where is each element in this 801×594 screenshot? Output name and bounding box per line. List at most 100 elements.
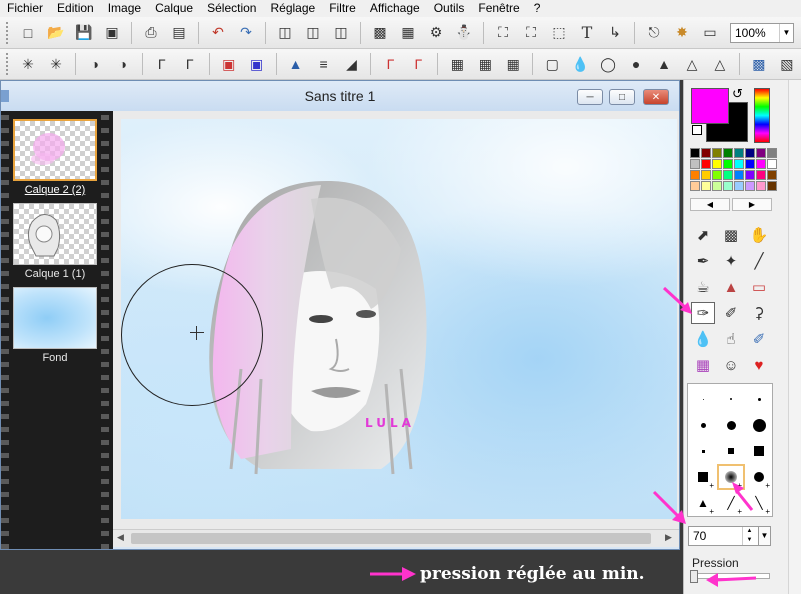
palette-swatch[interactable]: [690, 148, 700, 158]
smudge-tool-icon[interactable]: ☝: [719, 328, 743, 350]
saturation-minus-icon[interactable]: ▣: [217, 52, 241, 76]
brush-shape[interactable]: [717, 412, 745, 438]
palette-swatch[interactable]: [712, 159, 722, 169]
menu-item[interactable]: Sélection: [200, 0, 263, 17]
contrast-minus-icon[interactable]: ◑: [83, 52, 107, 76]
palette-swatch[interactable]: [756, 170, 766, 180]
menu-item[interactable]: Filtre: [322, 0, 363, 17]
effects-icon[interactable]: ✸: [670, 21, 694, 45]
brush-shape[interactable]: [745, 386, 773, 412]
layer-thumbnail[interactable]: [13, 287, 97, 349]
menu-item[interactable]: ?: [527, 0, 548, 17]
redo-icon[interactable]: ↷: [234, 21, 258, 45]
brush-shape[interactable]: [745, 438, 773, 464]
print-icon[interactable]: ⎙: [139, 21, 163, 45]
person-out-icon[interactable]: ⛶: [519, 21, 543, 45]
brightness-plus-icon[interactable]: ✳: [44, 52, 68, 76]
mountain-outline-icon[interactable]: △: [680, 52, 704, 76]
clone-tool-icon[interactable]: ▩: [719, 224, 743, 246]
strawberry-tool-icon[interactable]: ♥: [747, 354, 771, 376]
drop-dark-icon[interactable]: ●: [624, 52, 648, 76]
image-copy-icon[interactable]: ◫: [301, 21, 325, 45]
brush-shape[interactable]: [689, 386, 717, 412]
palette-swatch[interactable]: [767, 159, 777, 169]
palette-swatch[interactable]: [723, 181, 733, 191]
palette-swatch[interactable]: [767, 148, 777, 158]
drop-icon[interactable]: 💧: [568, 52, 592, 76]
path-icon[interactable]: ↳: [603, 21, 627, 45]
stamp-tool-icon[interactable]: ⚳: [747, 302, 771, 324]
zoom-select[interactable]: 100% ▼: [730, 22, 794, 43]
palette-swatch[interactable]: [734, 159, 744, 169]
palette-swatch[interactable]: [723, 170, 733, 180]
gamma-plus-icon[interactable]: Γ: [178, 52, 202, 76]
horizontal-scrollbar[interactable]: ◀ ▶: [113, 529, 679, 547]
palette-swatch[interactable]: [701, 148, 711, 158]
layer-item-calque-2[interactable]: Calque 2 (2): [13, 119, 97, 196]
chevron-down-icon[interactable]: ▼: [779, 23, 793, 42]
palette-swatch[interactable]: [756, 148, 766, 158]
brightness-minus-icon[interactable]: ✳: [16, 52, 40, 76]
menu-item[interactable]: Calque: [148, 0, 200, 17]
color-palette[interactable]: [690, 148, 777, 196]
layer-item-calque-1[interactable]: Calque 1 (1): [13, 203, 97, 280]
hand-tool-icon[interactable]: ✋: [747, 224, 771, 246]
menu-item[interactable]: Edition: [50, 0, 101, 17]
brush-shape[interactable]: ▲ +: [689, 490, 717, 516]
palette-swatch[interactable]: [690, 170, 700, 180]
curves-icon[interactable]: ≡: [312, 52, 336, 76]
palette-swatch[interactable]: [690, 181, 700, 191]
palette-swatch[interactable]: [756, 159, 766, 169]
frame-icon[interactable]: ▢: [540, 52, 564, 76]
new-file-icon[interactable]: □: [16, 21, 40, 45]
palette-icon[interactable]: ▩: [747, 52, 771, 76]
menu-item[interactable]: Outils: [427, 0, 472, 17]
minimize-button[interactable]: ─: [577, 89, 603, 105]
brush-shape[interactable]: [689, 438, 717, 464]
eraser-tool-icon[interactable]: ▭: [747, 276, 771, 298]
palette-swatch[interactable]: [701, 170, 711, 180]
selection-icon[interactable]: ⬚: [547, 21, 571, 45]
maximize-button[interactable]: □: [609, 89, 635, 105]
person-in-icon[interactable]: ⛶: [491, 21, 515, 45]
palette-swatch[interactable]: [767, 181, 777, 191]
cone-icon[interactable]: △: [708, 52, 732, 76]
brush-shape[interactable]: [689, 412, 717, 438]
color-bars-icon[interactable]: ▧: [775, 52, 799, 76]
gamma-minus-icon[interactable]: Γ: [150, 52, 174, 76]
palette-swatch[interactable]: [745, 159, 755, 169]
scan-icon[interactable]: ▤: [167, 21, 191, 45]
auto-gamma-icon[interactable]: Γ: [378, 52, 402, 76]
palette-swatch[interactable]: [712, 170, 722, 180]
spray-tool-icon[interactable]: ▲: [719, 276, 743, 298]
magic-wand-tool-icon[interactable]: ✦: [719, 250, 743, 272]
sprite-icon[interactable]: ⚙: [424, 21, 448, 45]
brush-size-dropdown[interactable]: ▼: [758, 526, 771, 546]
layer-thumbnail[interactable]: [13, 119, 97, 181]
scrollbar-thumb[interactable]: [131, 533, 651, 544]
undo-icon[interactable]: ↶: [206, 21, 230, 45]
menu-item[interactable]: Fichier: [0, 0, 50, 17]
menu-item[interactable]: Affichage: [363, 0, 427, 17]
auto-gamma-plus-icon[interactable]: Γ: [406, 52, 430, 76]
layer-item-fond[interactable]: Fond: [13, 287, 97, 364]
palette-swatch[interactable]: [756, 181, 766, 191]
palette-swatch[interactable]: [745, 170, 755, 180]
open-folder-icon[interactable]: 📂: [44, 21, 68, 45]
palette-swatch[interactable]: [723, 148, 733, 158]
palette-swatch[interactable]: [712, 148, 722, 158]
palette-swatch[interactable]: [701, 181, 711, 191]
tree-icon[interactable]: ⎋: [642, 21, 666, 45]
close-button[interactable]: ✕: [643, 89, 669, 105]
pointer-tool-icon[interactable]: ⬈: [691, 224, 715, 246]
gradient-icon[interactable]: ▩: [368, 21, 392, 45]
brush-size-stepper[interactable]: ▲ ▼: [742, 527, 756, 545]
palette-swatch[interactable]: [723, 159, 733, 169]
brush-shape[interactable]: [745, 412, 773, 438]
window-icon[interactable]: ▭: [698, 21, 722, 45]
color-grid-icon[interactable]: ▦: [396, 21, 420, 45]
palette-swatch[interactable]: [745, 148, 755, 158]
save-icon[interactable]: 💾: [72, 21, 96, 45]
mosaic-icon[interactable]: ▦: [445, 52, 469, 76]
save-all-icon[interactable]: ▣: [100, 21, 124, 45]
